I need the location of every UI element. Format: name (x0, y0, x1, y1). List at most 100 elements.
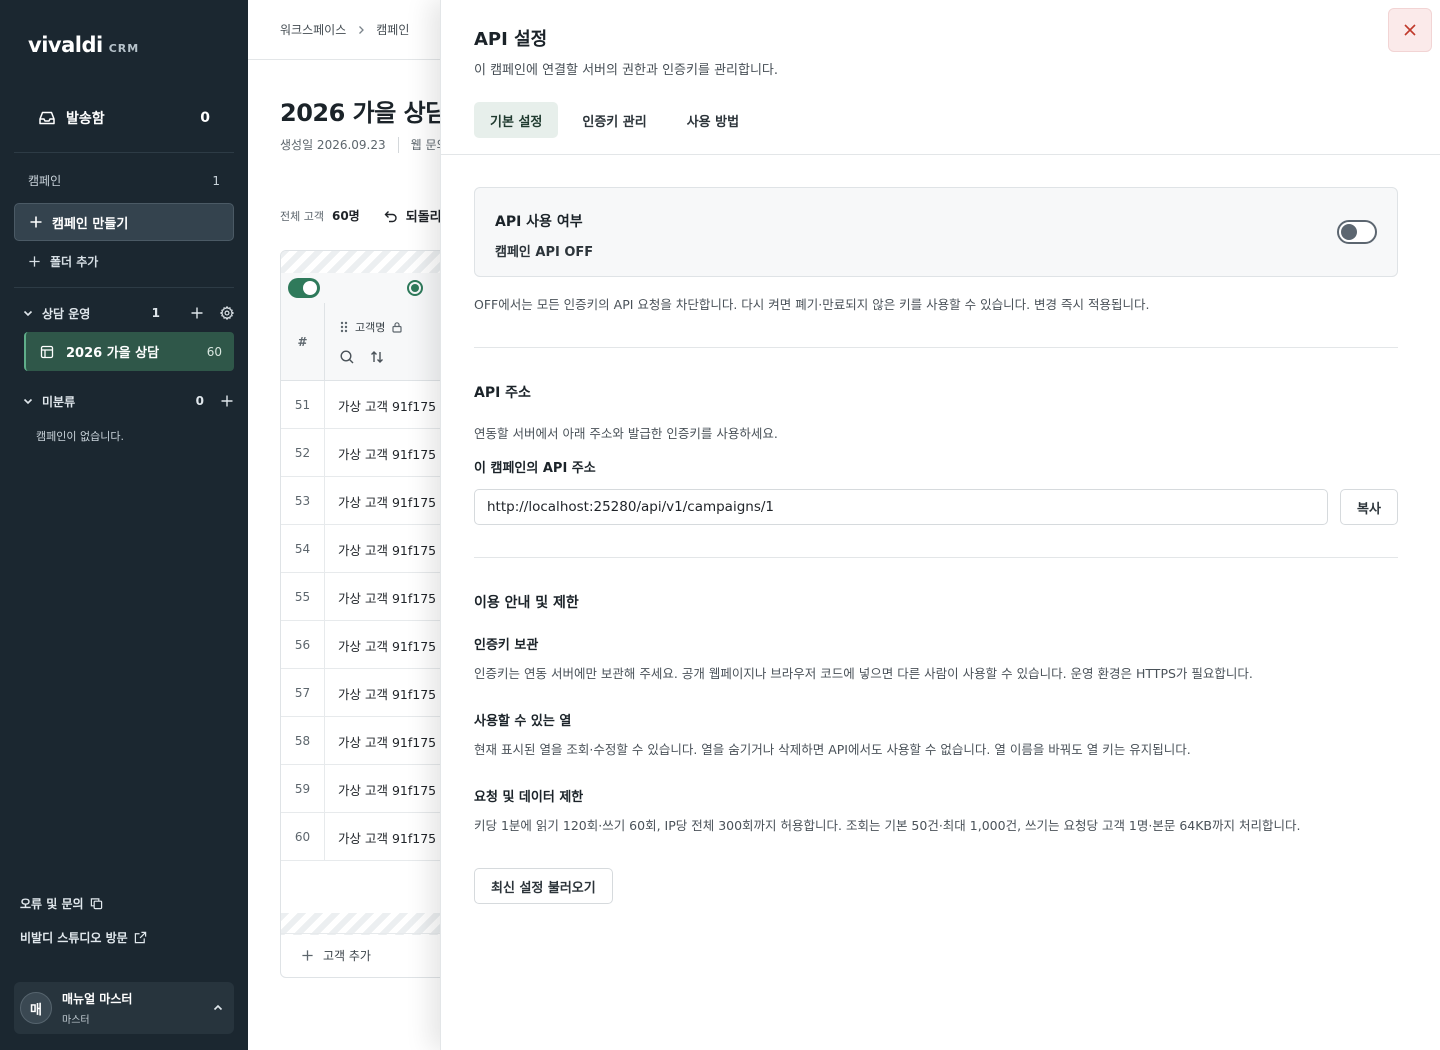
row-customer-name[interactable]: 가상 고객 91f175 (338, 732, 436, 751)
add-folder-label: 폴더 추가 (50, 255, 99, 269)
copy-icon (90, 897, 103, 910)
row-number: 59 (281, 765, 325, 812)
chevron-down-icon[interactable] (22, 395, 34, 407)
campaign-section-header: 캠페인 1 (28, 172, 220, 189)
guide-heading-key-storage: 인증키 보관 (474, 638, 539, 653)
stats-bar: 전체 고객 60명 되돌리기 (280, 206, 454, 225)
row-customer-name[interactable]: 가상 고객 91f175 (338, 636, 436, 655)
row-number: 60 (281, 813, 325, 860)
row-customer-name[interactable]: 가상 고객 91f175 (338, 780, 436, 799)
api-address-description: 연동할 서버에서 아래 주소와 발급한 인증키를 사용하세요. (474, 426, 778, 441)
folder-group-count: 1 (151, 306, 160, 320)
api-url-label: 이 캠페인의 API 주소 (474, 461, 596, 476)
section-divider (474, 557, 1398, 558)
create-campaign-label: 캠페인 만들기 (52, 216, 129, 232)
row-customer-name[interactable]: 가상 고객 91f175 (338, 396, 436, 415)
campaign-item-label: 2026 가을 상담 (66, 346, 160, 361)
guide-heading-columns: 사용할 수 있는 열 (474, 714, 572, 729)
drag-handle-icon (340, 321, 348, 333)
user-role: 마스터 (62, 1015, 90, 1026)
row-number: 52 (281, 429, 325, 476)
row-customer-name[interactable]: 가상 고객 91f175 (338, 540, 436, 559)
plus-icon (302, 950, 313, 961)
folder-group-counsel[interactable]: 상담 운영 1 (22, 303, 234, 323)
stats-label: 전체 고객 (280, 209, 324, 223)
chevron-up-icon[interactable] (212, 1002, 224, 1014)
row-customer-name[interactable]: 가상 고객 91f175 (338, 492, 436, 511)
outbox-label: 발송함 (66, 111, 105, 127)
api-settings-drawer: API 설정 이 캠페인에 연결할 서버의 권한과 인증키를 관리합니다. 기본… (440, 0, 1440, 1050)
campaign-section-label: 캠페인 (28, 174, 62, 188)
api-usage-note: OFF에서는 모든 인증키의 API 요청을 차단합니다. 다시 켜면 폐기·만… (474, 297, 1150, 312)
drawer-title: API 설정 (474, 29, 548, 50)
column-name-label: 고객명 (355, 321, 386, 334)
empty-message: 캠페인이 없습니다. (36, 430, 124, 443)
guide-heading-limits: 요청 및 데이터 제한 (474, 790, 584, 805)
api-address-title: API 주소 (474, 385, 531, 401)
app-logo[interactable]: vivaldi CRM (28, 33, 139, 57)
plus-icon[interactable] (190, 306, 204, 320)
plus-icon (28, 255, 41, 268)
campaign-section-count: 1 (212, 173, 220, 188)
table-icon (40, 345, 54, 359)
grid-toggle[interactable] (288, 278, 320, 298)
outbox-count: 0 (200, 110, 210, 126)
row-customer-name[interactable]: 가상 고객 91f175 (338, 828, 436, 847)
breadcrumb: 워크스페이스 캠페인 (280, 21, 409, 38)
tab-key-management[interactable]: 인증키 관리 (566, 102, 662, 138)
outbox-button[interactable]: 발송함 0 (14, 96, 234, 140)
add-customer-label: 고객 추가 (323, 949, 371, 963)
sidebar-divider (14, 287, 234, 288)
row-customer-name[interactable]: 가상 고객 91f175 (338, 588, 436, 607)
row-number: 53 (281, 477, 325, 524)
support-link[interactable]: 오류 및 문의 (20, 895, 103, 912)
plus-icon[interactable] (220, 394, 234, 408)
row-number: 56 (281, 621, 325, 668)
support-link-label: 오류 및 문의 (20, 897, 84, 911)
copy-button[interactable]: 복사 (1340, 489, 1398, 525)
api-usage-card: API 사용 여부 캠페인 API OFF (474, 187, 1398, 277)
inbox-icon (38, 109, 56, 127)
undo-icon (384, 210, 397, 222)
tab-basic-settings[interactable]: 기본 설정 (474, 102, 559, 138)
search-icon[interactable] (339, 349, 355, 365)
api-url-field[interactable] (474, 489, 1328, 525)
tabs-divider (441, 154, 1440, 155)
logo-product: CRM (108, 42, 140, 55)
api-usage-title: API 사용 여부 (495, 214, 583, 230)
column-header-name[interactable]: 고객명 (339, 319, 403, 335)
breadcrumb-workspace[interactable]: 워크스페이스 (280, 21, 346, 38)
add-folder-button[interactable]: 폴더 추가 (28, 253, 98, 270)
reload-settings-button[interactable]: 최신 설정 불러오기 (474, 868, 613, 904)
row-customer-name[interactable]: 가상 고객 91f175 (338, 444, 436, 463)
created-date: 생성일 2026.09.23 (280, 138, 386, 152)
tab-usage[interactable]: 사용 방법 (671, 102, 755, 138)
row-number: 58 (281, 717, 325, 764)
folder-group-uncategorized[interactable]: 미분류 0 (22, 391, 234, 411)
campaign-meta: 생성일 2026.09.23 웹 문의 (280, 136, 448, 153)
row-number-header: # (281, 303, 325, 381)
stats-value: 60명 (331, 209, 360, 223)
external-link-icon (134, 931, 147, 944)
user-menu[interactable]: 매 매뉴얼 마스터 마스터 (14, 982, 234, 1034)
guide-text-limits: 키당 1분에 읽기 120회·쓰기 60회, IP당 전체 300회까지 허용합… (474, 818, 1301, 833)
gear-icon[interactable] (220, 306, 234, 320)
page-title: 2026 가을 상담 (280, 99, 447, 127)
create-campaign-button[interactable]: 캠페인 만들기 (14, 203, 234, 241)
chevron-down-icon[interactable] (22, 307, 34, 319)
sort-icon[interactable] (369, 349, 385, 365)
campaign-item-count: 60 (206, 344, 222, 359)
plus-icon (29, 215, 43, 229)
grid-radio[interactable] (407, 280, 423, 296)
guide-text-columns: 현재 표시된 열을 조회·수정할 수 있습니다. 열을 숨기거나 삭제하면 AP… (474, 742, 1191, 757)
close-button[interactable] (1388, 8, 1432, 52)
api-usage-toggle[interactable] (1337, 220, 1377, 244)
sidebar: vivaldi CRM 발송함 0 캠페인 1 캠페인 만들기 폴더 추가 상담… (0, 0, 248, 1050)
drawer-subtitle: 이 캠페인에 연결할 서버의 권한과 인증키를 관리합니다. (474, 63, 779, 78)
breadcrumb-campaign[interactable]: 캠페인 (376, 21, 409, 38)
folder-group-label: 미분류 (42, 394, 76, 409)
row-customer-name[interactable]: 가상 고객 91f175 (338, 684, 436, 703)
studio-link[interactable]: 비발디 스튜디오 방문 (20, 929, 147, 946)
folder-group-count: 0 (195, 394, 204, 408)
sidebar-item-campaign[interactable]: 2026 가을 상담 60 (24, 332, 234, 371)
